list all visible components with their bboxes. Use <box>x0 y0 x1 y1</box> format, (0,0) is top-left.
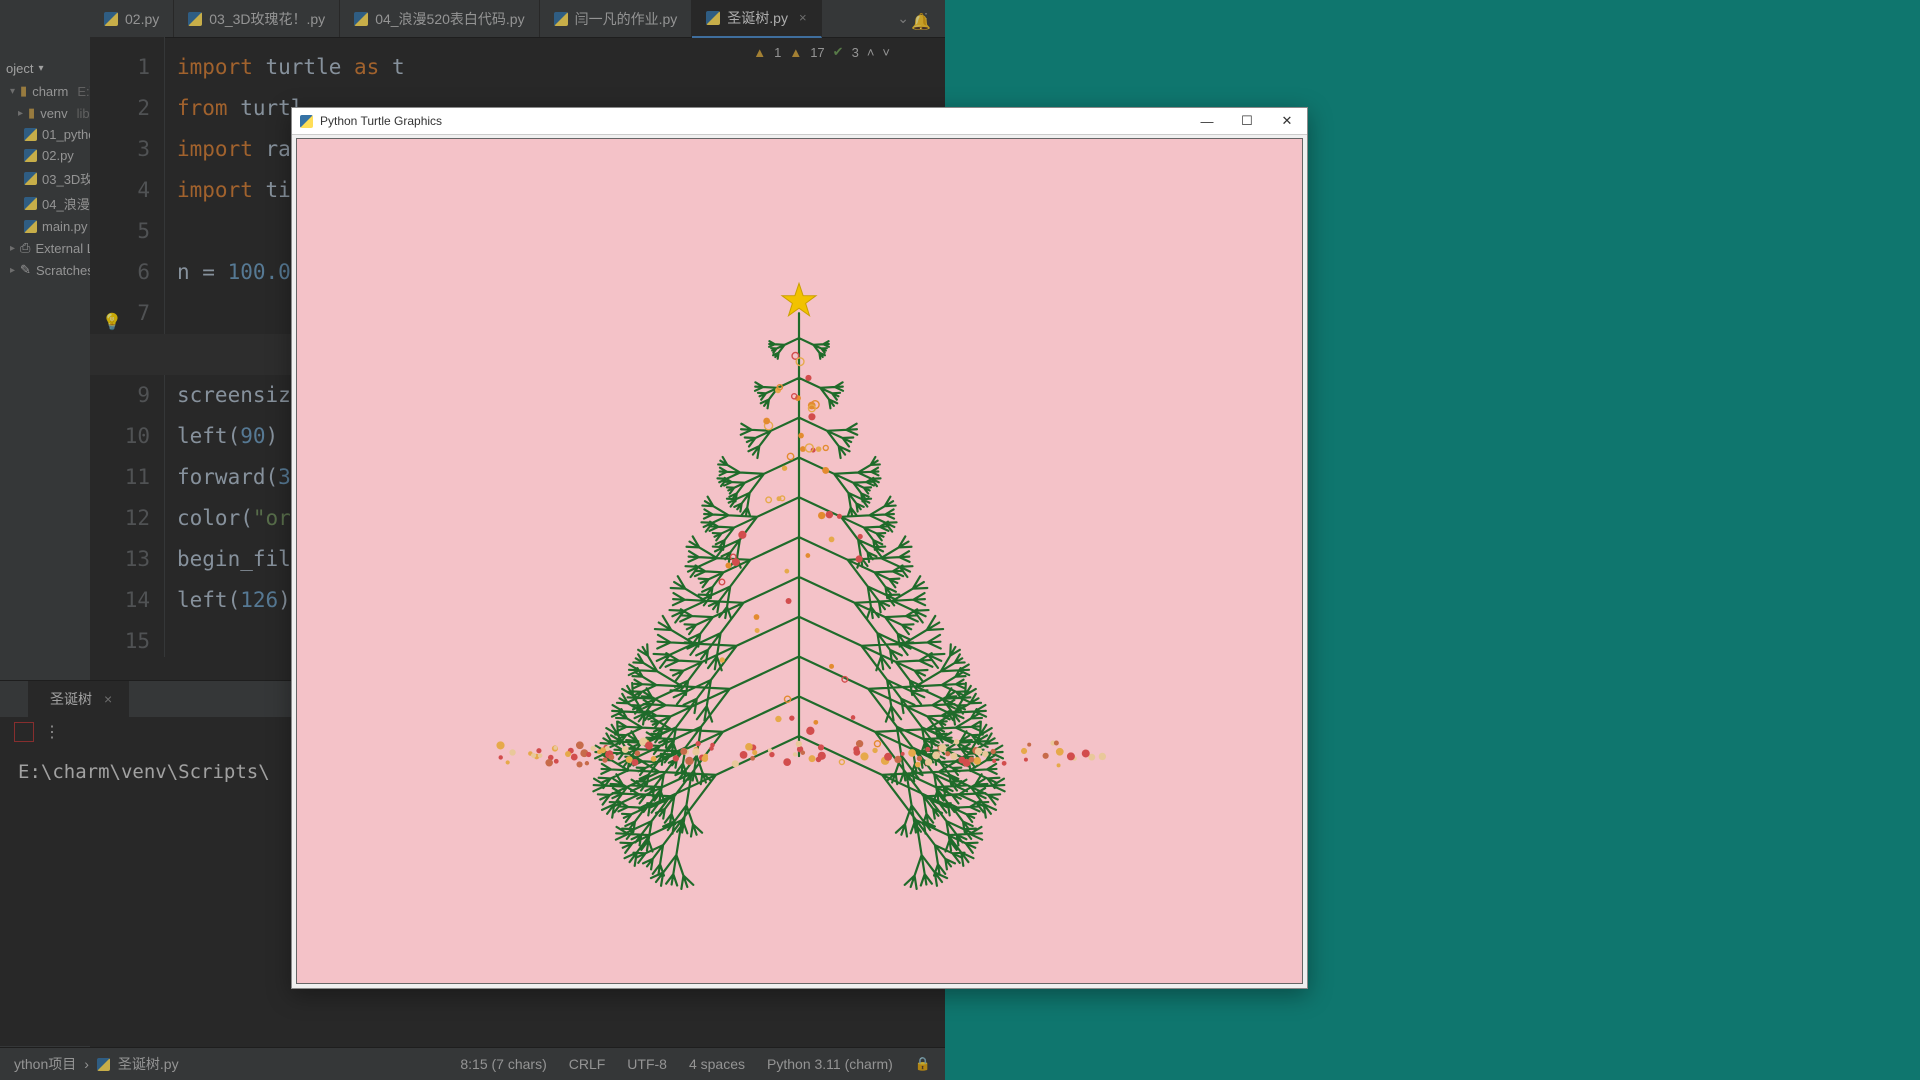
turtle-canvas <box>296 138 1303 984</box>
python-app-icon <box>300 115 313 128</box>
window-title: Python Turtle Graphics <box>320 114 442 128</box>
minimize-button[interactable]: — <box>1187 108 1227 134</box>
turtle-window: Python Turtle Graphics — ☐ ✕ <box>291 107 1308 989</box>
christmas-tree-drawing <box>297 139 1302 983</box>
maximize-button[interactable]: ☐ <box>1227 108 1267 134</box>
turtle-titlebar[interactable]: Python Turtle Graphics — ☐ ✕ <box>292 108 1307 135</box>
close-button[interactable]: ✕ <box>1267 108 1307 134</box>
